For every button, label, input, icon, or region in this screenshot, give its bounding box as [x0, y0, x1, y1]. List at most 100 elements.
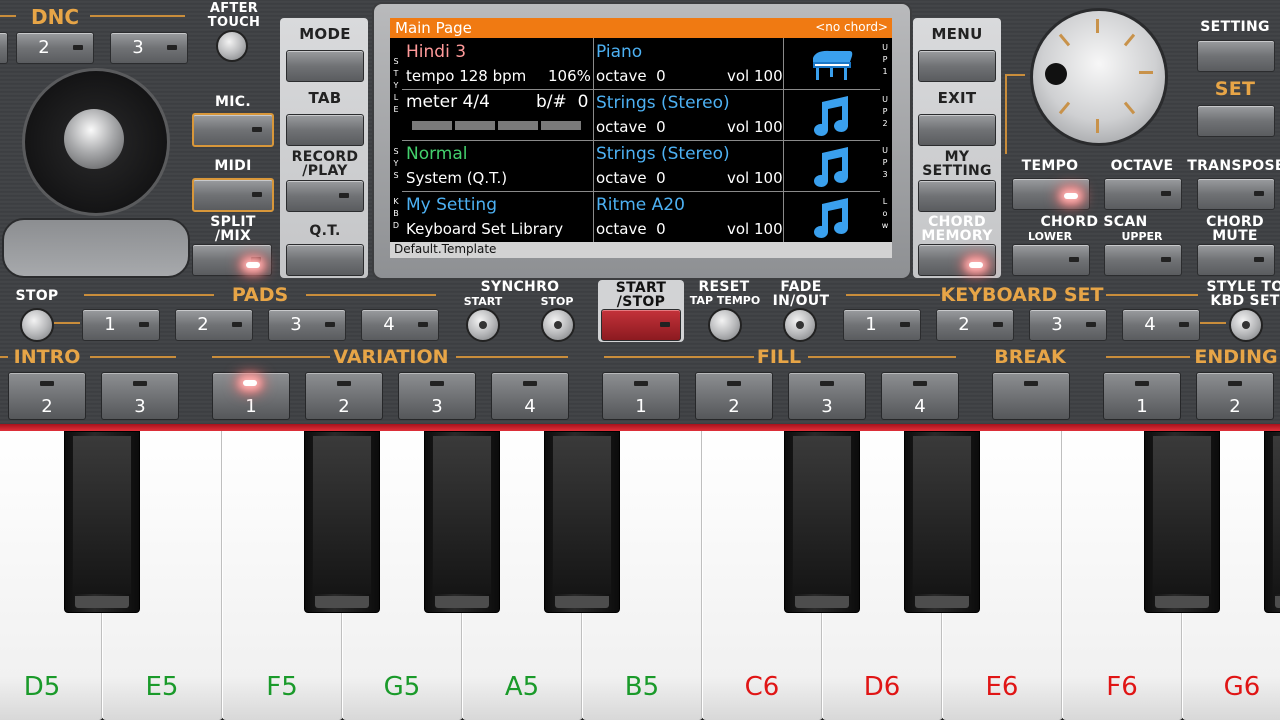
black-key[interactable] [1144, 431, 1220, 613]
fill-button-1[interactable]: 1 [602, 372, 680, 420]
mode-button[interactable] [286, 50, 364, 82]
style-side-label: STYLE [393, 57, 399, 114]
key-text: b/# 0 [536, 92, 589, 112]
ending-button-2[interactable]: 2 [1196, 372, 1274, 420]
music-note-icon[interactable] [810, 196, 852, 240]
chord-mute-button[interactable] [1197, 244, 1275, 276]
menu-button[interactable] [918, 50, 996, 82]
ending-button-1[interactable]: 1 [1103, 372, 1181, 420]
chord-scan-lower-button[interactable] [1012, 244, 1090, 276]
style-name[interactable]: Hindi 3 [406, 42, 466, 62]
synchro-start-knob[interactable] [466, 308, 500, 342]
record-play-button[interactable] [286, 180, 364, 212]
dnc-button-left-edge[interactable] [0, 32, 8, 64]
break-button[interactable] [992, 372, 1070, 420]
synchro-stop-knob[interactable] [541, 308, 575, 342]
variation-button-3[interactable]: 3 [398, 372, 476, 420]
transpose-button[interactable] [1197, 178, 1275, 210]
dial-knob[interactable] [1030, 8, 1168, 146]
fill-button-2[interactable]: 2 [695, 372, 773, 420]
octave-button[interactable] [1104, 178, 1182, 210]
keyboard-red-strip [0, 424, 1280, 431]
white-key-label: D6 [863, 672, 901, 702]
start-stop-button[interactable] [601, 309, 681, 341]
split-mix-button[interactable] [192, 244, 272, 276]
kbd-set-button-4[interactable]: 4 [1122, 309, 1200, 341]
sys-name[interactable]: Normal [406, 144, 468, 164]
kbd-set-button-2[interactable]: 2 [936, 309, 1014, 341]
dnc-button-3[interactable]: 3 [110, 32, 188, 64]
white-key-label: B5 [624, 672, 660, 702]
up1-side-label: UP1 [882, 43, 888, 76]
pitch-pad[interactable] [2, 218, 190, 278]
track-name-up2[interactable]: Strings (Stereo) [596, 93, 730, 113]
variation-button-2[interactable]: 2 [305, 372, 383, 420]
setting-button[interactable] [1197, 40, 1275, 72]
track-name-up3[interactable]: Strings (Stereo) [596, 144, 730, 164]
start-stop-label: START /STOP [615, 280, 667, 310]
intro-button-2[interactable]: 2 [8, 372, 86, 420]
black-key[interactable] [424, 431, 500, 613]
beat-bar-4 [541, 121, 581, 130]
black-key[interactable] [64, 431, 140, 613]
white-key-label: C6 [744, 672, 780, 702]
variation-button-4[interactable]: 4 [491, 372, 569, 420]
pad-button-2[interactable]: 2 [175, 309, 253, 341]
sys-sub: System (Q.T.) [406, 169, 508, 187]
mic-button[interactable] [192, 113, 274, 147]
track-octave-up1: octave 0 [596, 67, 666, 85]
pad-button-3[interactable]: 3 [268, 309, 346, 341]
chord-memory-label: CHORD MEMORY [921, 214, 993, 244]
transpose-label: TRANSPOSE [1187, 158, 1280, 174]
tempo-button[interactable] [1012, 178, 1090, 210]
my-setting-button[interactable] [918, 180, 996, 212]
display-screen: Main Page <no chord> Default.Template ST… [390, 18, 892, 258]
qt-button[interactable] [286, 244, 364, 276]
display-chord: <no chord> [815, 20, 888, 34]
reset-knob[interactable] [708, 308, 742, 342]
kbd-set-button-3[interactable]: 3 [1029, 309, 1107, 341]
style-to-kbd-label: STYLE TO KBD SET [1206, 279, 1280, 309]
display-title: Main Page [395, 19, 472, 37]
up2-side-label: UP2 [882, 95, 888, 128]
track-name-low[interactable]: Ritme A20 [596, 195, 685, 215]
music-note-icon[interactable] [810, 94, 852, 138]
exit-button[interactable] [918, 114, 996, 146]
mic-label: MIC. [215, 94, 251, 110]
black-key[interactable] [1264, 431, 1280, 613]
tab-button[interactable] [286, 114, 364, 146]
midi-button[interactable] [192, 178, 274, 212]
kbd-set-button-1[interactable]: 1 [843, 309, 921, 341]
black-key[interactable] [304, 431, 380, 613]
music-note-icon[interactable] [810, 145, 852, 189]
fade-knob[interactable] [783, 308, 817, 342]
stop-label: STOP [15, 288, 59, 304]
break-label: BREAK [994, 346, 1066, 368]
set-button[interactable] [1197, 105, 1275, 137]
setting-label: SETTING [1200, 19, 1270, 35]
fill-button-4[interactable]: 4 [881, 372, 959, 420]
black-key[interactable] [784, 431, 860, 613]
dnc-label: DNC [30, 5, 80, 29]
black-key[interactable] [904, 431, 980, 613]
synchro-start-label: START [463, 295, 503, 308]
pad-button-1[interactable]: 1 [82, 309, 160, 341]
grand-piano-icon[interactable] [810, 48, 854, 84]
pad-button-4[interactable]: 4 [361, 309, 439, 341]
intro-button-3[interactable]: 3 [101, 372, 179, 420]
black-key[interactable] [544, 431, 620, 613]
dnc-button-2[interactable]: 2 [16, 32, 94, 64]
beat-bar-3 [498, 121, 538, 130]
stop-knob[interactable] [20, 308, 54, 342]
style-to-kbd-knob[interactable] [1229, 308, 1263, 342]
white-key-label: A5 [504, 672, 540, 702]
chord-memory-button[interactable] [918, 244, 996, 276]
after-touch-knob[interactable] [216, 30, 248, 62]
chord-scan-upper-button[interactable] [1104, 244, 1182, 276]
track-name-up1[interactable]: Piano [596, 42, 642, 62]
lower-label: LOWER [1027, 230, 1073, 243]
joystick-ball[interactable] [64, 109, 124, 169]
fill-button-3[interactable]: 3 [788, 372, 866, 420]
kbd-name[interactable]: My Setting [406, 195, 497, 215]
display-footer: Default.Template [394, 242, 497, 256]
